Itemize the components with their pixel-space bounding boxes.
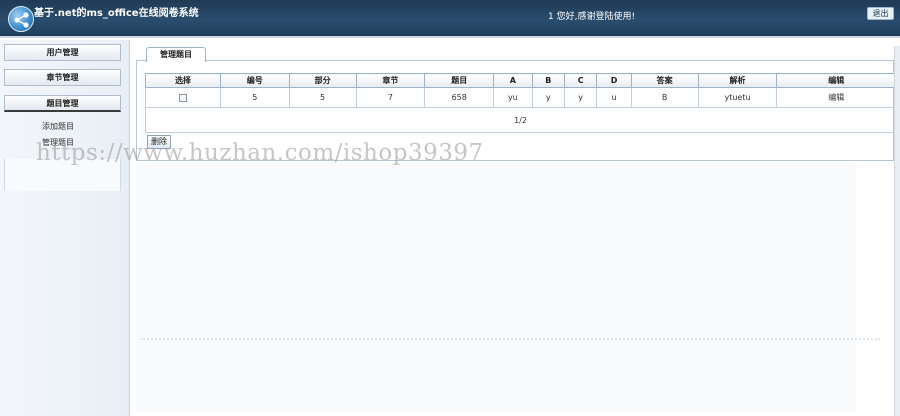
top-header: 基于.net的ms_office在线阅卷系统 1 您好,感谢登陆使用! 退出 [0, 0, 900, 38]
divider [140, 338, 880, 340]
tab-strip: 管理题目 [136, 45, 894, 62]
table-row: 5 5 7 658 yu y y u B ytuetu 编辑 [145, 87, 896, 108]
cell-answer: B [630, 87, 699, 108]
row-select-cell [145, 87, 221, 108]
column-header-part: 部分 [288, 73, 357, 88]
sidebar-item-chapter-management[interactable]: 章节管理 [4, 69, 121, 86]
vertical-scrollbar[interactable] [894, 46, 900, 416]
app-title: 基于.net的ms_office在线阅卷系统 [34, 8, 199, 19]
column-header-b: B [531, 73, 565, 88]
column-header-question: 题目 [424, 73, 495, 88]
tab-manage-question[interactable]: 管理题目 [146, 47, 206, 62]
cell-chapter: 7 [355, 87, 426, 108]
cell-id: 5 [219, 87, 290, 108]
column-header-analysis: 解析 [697, 73, 778, 88]
cell-a: yu [493, 87, 533, 108]
welcome-text: 1 您好,感谢登陆使用! [548, 12, 636, 22]
sidebar-subitem-add-question[interactable]: 添加题目 [42, 121, 74, 132]
table-header-row: 选择 编号 部分 章节 题目 A B C D 答案 解析 编辑 [145, 73, 896, 88]
row-checkbox[interactable] [178, 93, 187, 102]
question-table: 选择 编号 部分 章节 题目 A B C D 答案 解析 编辑 5 5 7 65… [145, 73, 896, 108]
column-header-edit: 编辑 [776, 73, 896, 88]
pager[interactable]: 1/2 [145, 108, 896, 133]
column-header-a: A [493, 73, 533, 88]
sidebar: 用户管理 章节管理 题目管理 添加题目 管理题目 [0, 40, 130, 416]
column-header-c: C [563, 73, 598, 88]
watermark-text: https://www.huzhan.com/ishop39397 [36, 140, 484, 166]
edit-link[interactable]: 编辑 [776, 87, 896, 108]
app-logo [8, 6, 34, 32]
column-header-d: D [596, 73, 632, 88]
logout-button[interactable]: 退出 [867, 7, 894, 20]
cell-d: u [596, 87, 632, 108]
column-header-id: 编号 [219, 73, 290, 88]
sidebar-item-question-management[interactable]: 题目管理 [4, 95, 121, 112]
cell-b: y [531, 87, 565, 108]
share-icon [14, 12, 29, 28]
column-header-chapter: 章节 [355, 73, 426, 88]
cell-question: 658 [424, 87, 495, 108]
cell-part: 5 [288, 87, 357, 108]
blank-content-area [136, 162, 856, 412]
column-header-answer: 答案 [630, 73, 699, 88]
cell-c: y [563, 87, 598, 108]
sidebar-item-user-management[interactable]: 用户管理 [4, 44, 121, 61]
column-header-select: 选择 [145, 73, 221, 88]
cell-analysis: ytuetu [697, 87, 778, 108]
